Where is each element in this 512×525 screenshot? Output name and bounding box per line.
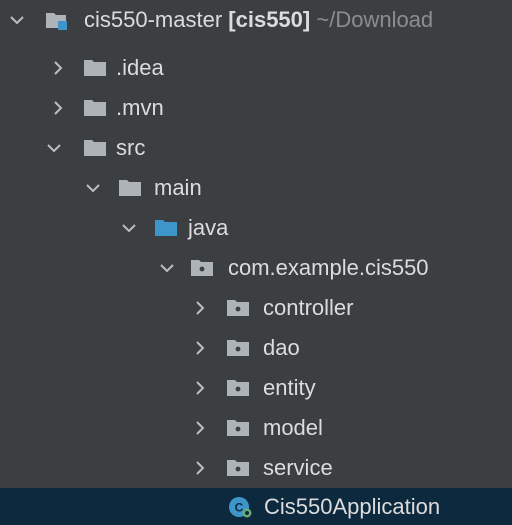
package-icon xyxy=(227,460,249,476)
chevron-right-icon[interactable] xyxy=(189,328,211,368)
tree-item-dao[interactable]: dao xyxy=(0,328,512,368)
package-icon xyxy=(227,300,249,316)
chevron-down-icon[interactable] xyxy=(118,208,140,248)
chevron-down-icon[interactable] xyxy=(82,168,104,208)
chevron-right-icon[interactable] xyxy=(47,88,69,128)
tree-item-label: entity xyxy=(263,375,316,400)
package-icon xyxy=(227,420,249,436)
tree-item-label: Cis550Application xyxy=(264,494,441,519)
folder-icon xyxy=(84,60,106,76)
tree-item-label: .idea xyxy=(116,55,164,80)
source-root-icon xyxy=(155,220,177,236)
package-icon xyxy=(227,340,249,356)
tree-item-main[interactable]: main xyxy=(0,168,512,208)
tree-item-label: dao xyxy=(263,335,300,360)
tree-item-cis550-master[interactable]: cis550-master [cis550] ~/Download xyxy=(0,0,512,40)
chevron-right-icon[interactable] xyxy=(189,288,211,328)
tree-item-label: main xyxy=(154,175,202,200)
tree-item-cis550application[interactable]: C Cis550Application xyxy=(0,488,512,525)
tree-item-label: java xyxy=(188,215,229,240)
folder-icon xyxy=(119,180,141,196)
tree-item-label: controller xyxy=(263,295,354,320)
chevron-down-icon[interactable] xyxy=(156,248,178,288)
chevron-down-icon[interactable] xyxy=(6,0,28,40)
chevron-right-icon[interactable] xyxy=(47,48,69,88)
chevron-right-icon[interactable] xyxy=(189,448,211,488)
module-name: [cis550] xyxy=(228,7,311,32)
tree-item-package-root[interactable]: com.example.cis550 xyxy=(0,248,512,288)
tree-item-model[interactable]: model xyxy=(0,408,512,448)
chevron-right-icon[interactable] xyxy=(189,368,211,408)
tree-item-idea[interactable]: .idea xyxy=(0,48,512,88)
chevron-down-icon[interactable] xyxy=(43,128,65,168)
module-folder-icon xyxy=(46,12,68,30)
tree-item-src[interactable]: src xyxy=(0,128,512,168)
tree-item-label: com.example.cis550 xyxy=(228,255,429,280)
package-icon xyxy=(227,380,249,396)
tree-item-entity[interactable]: entity xyxy=(0,368,512,408)
tree-item-service[interactable]: service xyxy=(0,448,512,488)
folder-icon xyxy=(84,100,106,116)
folder-icon xyxy=(84,140,106,156)
chevron-right-icon[interactable] xyxy=(189,408,211,448)
project-path: ~/Download xyxy=(316,7,434,32)
tree-item-label: service xyxy=(263,455,333,480)
tree-item-label: src xyxy=(116,135,146,160)
tree-item-label: model xyxy=(263,415,323,440)
tree-item-label: .mvn xyxy=(116,95,164,120)
project-name: cis550-master xyxy=(84,7,223,32)
tree-item-mvn[interactable]: .mvn xyxy=(0,88,512,128)
tree-item-java[interactable]: java xyxy=(0,208,512,248)
package-icon xyxy=(191,260,213,276)
project-tree: cis550-master [cis550] ~/Download .idea … xyxy=(0,0,512,525)
spring-boot-class-icon: C xyxy=(228,496,252,518)
svg-text:C: C xyxy=(235,501,244,515)
tree-item-controller[interactable]: controller xyxy=(0,288,512,328)
